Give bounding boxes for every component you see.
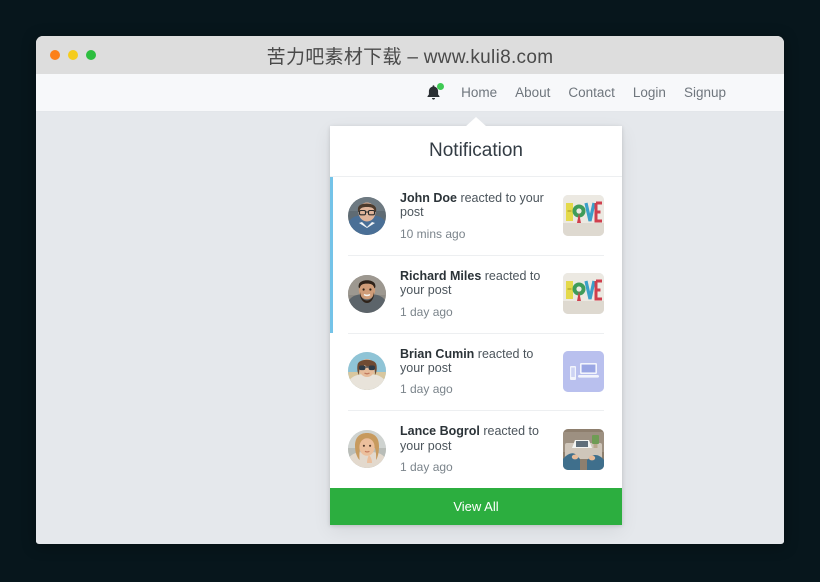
notification-badge bbox=[437, 82, 445, 90]
notification-thumbnail bbox=[563, 195, 604, 237]
maximize-button[interactable] bbox=[86, 50, 96, 60]
window-titlebar: 苦力吧素材下载 – www.kuli8.com bbox=[36, 36, 784, 74]
notification-time: 1 day ago bbox=[400, 382, 453, 397]
nav-link-login[interactable]: Login bbox=[633, 85, 666, 100]
notification-body: John Doe reacted to your post 10 mins ag… bbox=[400, 191, 563, 241]
nav-list: Home About Contact Login Signup bbox=[425, 82, 726, 102]
notification-thumbnail bbox=[563, 273, 604, 315]
nav-item-about[interactable]: About bbox=[515, 84, 550, 102]
page-content: Notification John Doe reacted to your po… bbox=[36, 112, 784, 543]
notification-item[interactable]: Lance Bogrol reacted to your post 1 day … bbox=[330, 410, 622, 488]
avatar bbox=[348, 196, 386, 235]
notification-time: 10 mins ago bbox=[400, 226, 466, 241]
notification-time: 1 day ago bbox=[400, 304, 453, 319]
notification-thumbnail bbox=[563, 428, 604, 470]
notification-user: John Doe bbox=[400, 191, 457, 205]
notification-dropdown: Notification John Doe reacted to your po… bbox=[330, 117, 622, 525]
notification-thumbnail bbox=[563, 350, 604, 392]
notification-user: Richard Miles bbox=[400, 268, 482, 283]
close-button[interactable] bbox=[50, 50, 60, 60]
notification-item[interactable]: Richard Miles reacted to your post 1 day… bbox=[330, 254, 622, 333]
nav-link-signup[interactable]: Signup bbox=[684, 85, 726, 100]
nav-item-home[interactable]: Home bbox=[461, 84, 497, 102]
nav-link-home[interactable]: Home bbox=[461, 85, 497, 100]
nav-item-login[interactable]: Login bbox=[633, 84, 666, 102]
notification-body: Brian Cumin reacted to your post 1 day a… bbox=[400, 347, 563, 397]
notification-item[interactable]: Brian Cumin reacted to your post 1 day a… bbox=[330, 332, 622, 411]
notification-bell-button[interactable] bbox=[425, 82, 445, 102]
notification-text: Richard Miles reacted to your post bbox=[400, 269, 553, 298]
avatar bbox=[348, 352, 386, 391]
notification-list: John Doe reacted to your post 10 mins ag… bbox=[330, 177, 622, 488]
notification-header: Notification bbox=[330, 126, 622, 177]
notification-text: John Doe reacted to your post bbox=[400, 191, 553, 220]
notification-item[interactable]: John Doe reacted to your post 10 mins ag… bbox=[330, 177, 622, 255]
nav-item-signup[interactable]: Signup bbox=[684, 84, 726, 102]
nav-link-contact[interactable]: Contact bbox=[568, 85, 615, 100]
notification-title: Notification bbox=[429, 140, 523, 161]
minimize-button[interactable] bbox=[68, 50, 78, 60]
notification-body: Richard Miles reacted to your post 1 day… bbox=[400, 269, 563, 319]
nav-link-about[interactable]: About bbox=[515, 85, 550, 100]
notification-text: Brian Cumin reacted to your post bbox=[400, 347, 553, 376]
nav-item-contact[interactable]: Contact bbox=[568, 84, 615, 102]
site-navbar: Home About Contact Login Signup bbox=[36, 74, 784, 112]
window-controls bbox=[50, 50, 96, 60]
avatar bbox=[348, 430, 386, 469]
window-title: 苦力吧素材下载 – www.kuli8.com bbox=[266, 46, 554, 68]
notification-body: Lance Bogrol reacted to your post 1 day … bbox=[400, 424, 563, 474]
browser-window: 苦力吧素材下载 – www.kuli8.com Home About Conta bbox=[36, 36, 784, 544]
notification-user: Lance Bogrol bbox=[400, 424, 480, 439]
notification-time: 1 day ago bbox=[400, 460, 453, 474]
notification-text: Lance Bogrol reacted to your post bbox=[400, 424, 553, 453]
avatar bbox=[348, 274, 386, 313]
notification-user: Brian Cumin bbox=[400, 346, 475, 361]
dropdown-notch-icon bbox=[465, 117, 487, 127]
view-all-button[interactable]: View All bbox=[330, 488, 622, 525]
